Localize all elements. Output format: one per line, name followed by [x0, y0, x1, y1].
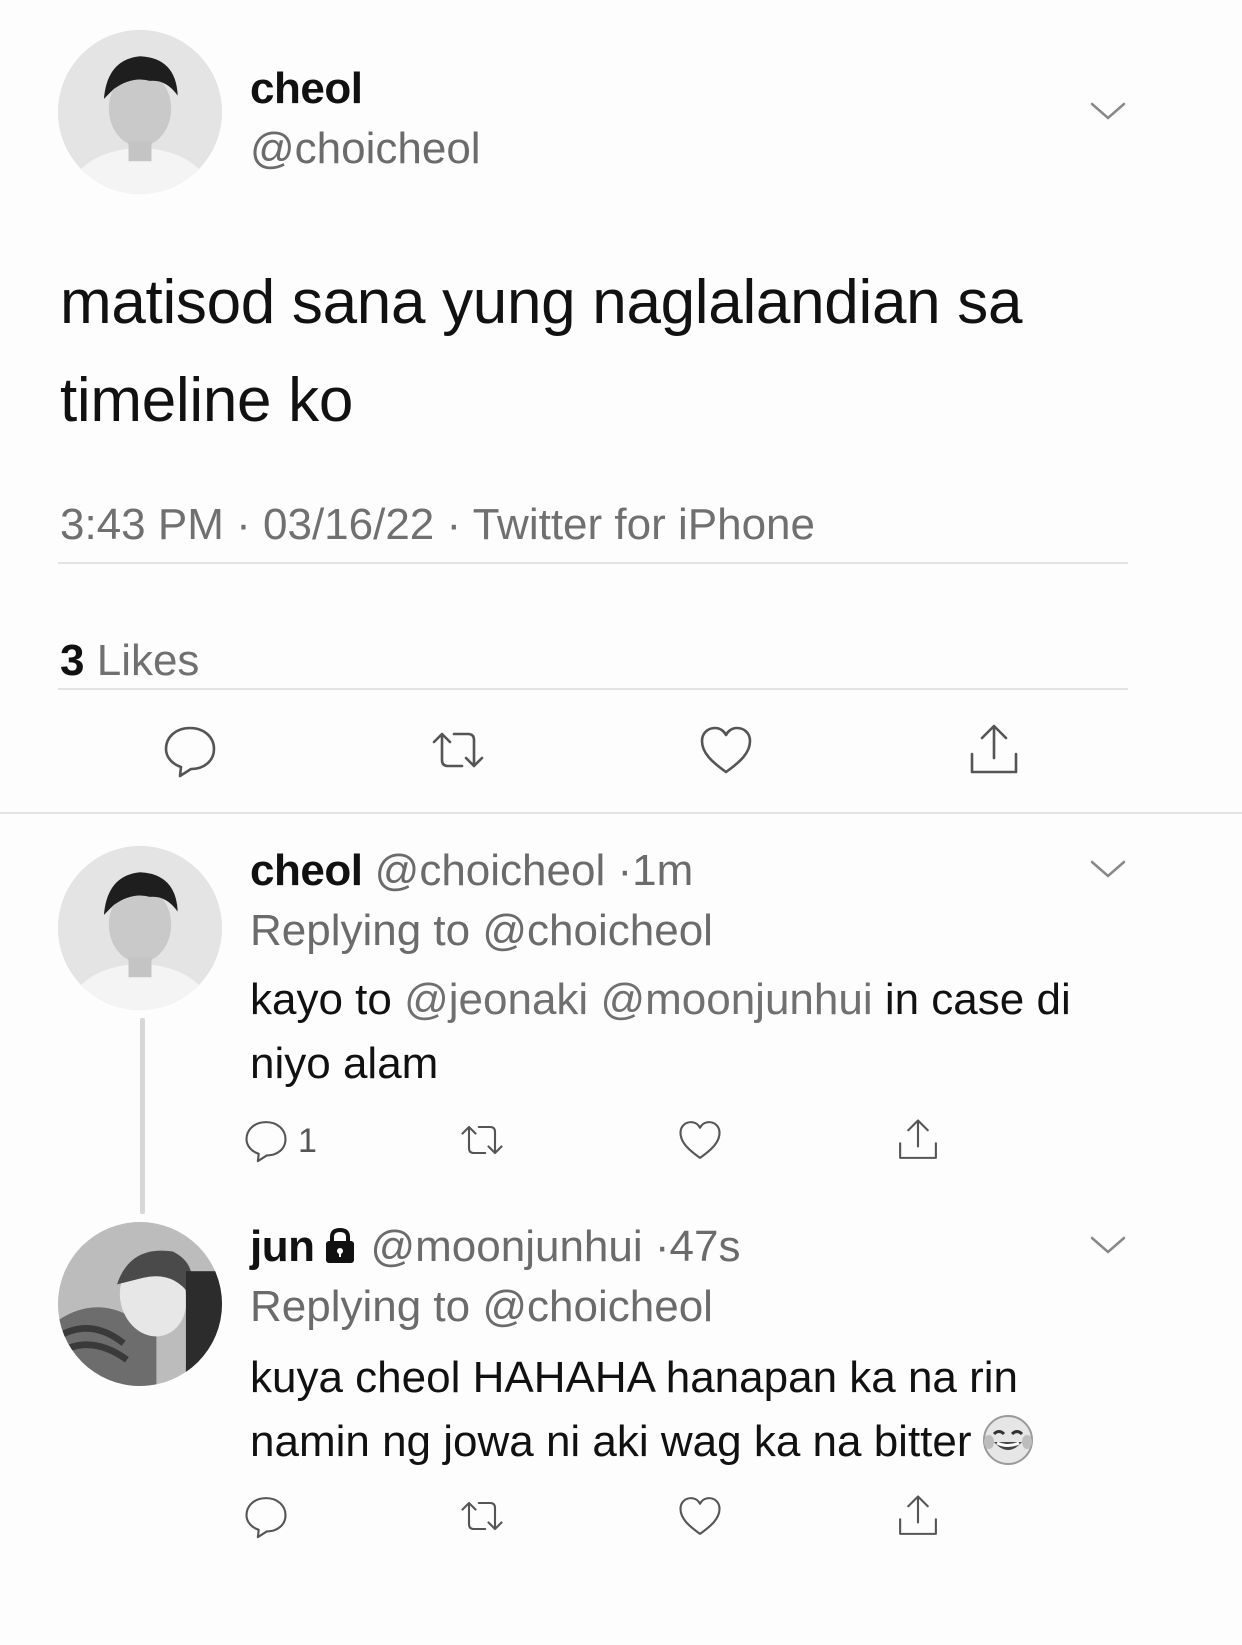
- retweet-icon: [461, 1125, 503, 1155]
- tweet-text: matisod sana yung naglalandian sa timeli…: [60, 268, 1023, 435]
- replying-to-handle[interactable]: @choicheol: [482, 906, 713, 955]
- replying-to: Replying to @choicheol: [250, 1282, 713, 1332]
- separator-dot: ·: [236, 500, 263, 549]
- like-button[interactable]: [674, 1114, 726, 1166]
- user-handle[interactable]: @choicheol: [250, 124, 481, 174]
- timestamp: 1m: [632, 846, 694, 895]
- retweet-button[interactable]: [456, 1490, 508, 1542]
- retweet-icon: [432, 732, 484, 768]
- chevron-down-icon[interactable]: [1088, 98, 1128, 124]
- reply-text: kayo to @jeonaki @moonjunhui in case di …: [250, 968, 1150, 1096]
- replying-to: Replying to @choicheol: [250, 906, 713, 956]
- divider: [58, 562, 1128, 564]
- timestamp: 47s: [669, 1222, 741, 1271]
- replying-to-label: Replying to: [250, 906, 471, 955]
- thread-line: [140, 1018, 145, 1214]
- avatar[interactable]: [58, 1222, 222, 1386]
- likes-label: Likes: [96, 636, 200, 685]
- avatar[interactable]: [58, 846, 222, 1010]
- mention-link[interactable]: @jeonaki: [404, 975, 588, 1024]
- heart-icon: [700, 726, 752, 774]
- speech-bubble-icon: [164, 726, 216, 778]
- text-segment: kuya cheol HAHAHA hanapan ka na rin nami…: [250, 1353, 1019, 1466]
- speech-bubble-icon: [245, 1497, 287, 1539]
- share-icon: [899, 1119, 937, 1159]
- display-name[interactable]: jun: [250, 1222, 315, 1271]
- divider: [0, 812, 1242, 814]
- share-button[interactable]: [892, 1114, 944, 1166]
- heart-icon: [679, 1497, 721, 1535]
- separator-dot: ·: [446, 500, 473, 549]
- share-button[interactable]: [962, 718, 1026, 782]
- tweet-source[interactable]: Twitter for iPhone: [473, 500, 815, 549]
- speech-bubble-icon: [245, 1121, 287, 1163]
- tweet-meta: 3:43 PM · 03/16/22 · Twitter for iPhone: [60, 500, 815, 550]
- separator-dot: ·: [654, 1222, 670, 1271]
- mention-link[interactable]: @moonjunhui: [600, 975, 872, 1024]
- replying-to-handle[interactable]: @choicheol: [482, 1282, 713, 1331]
- user-handle[interactable]: @choicheol: [375, 846, 606, 895]
- text-segment: kayo to: [250, 975, 405, 1024]
- replying-to-label: Replying to: [250, 1282, 471, 1331]
- like-button[interactable]: [694, 718, 758, 782]
- lock-icon: [320, 1225, 360, 1265]
- like-button[interactable]: [674, 1490, 726, 1542]
- tweet-time: 3:43 PM: [60, 500, 224, 549]
- reply-text: kuya cheol HAHAHA hanapan ka na rin nami…: [250, 1346, 1130, 1474]
- likes-count: 3: [60, 636, 85, 685]
- reply-header: cheol @choicheol ·1m: [250, 846, 693, 896]
- user-handle[interactable]: @moonjunhui: [370, 1222, 642, 1271]
- heart-icon: [679, 1121, 721, 1159]
- avatar[interactable]: [58, 30, 222, 194]
- share-icon: [970, 724, 1018, 774]
- face-with-tears-of-joy-icon: [980, 1412, 1036, 1468]
- tweet-date: 03/16/22: [263, 500, 435, 549]
- retweet-button[interactable]: [456, 1114, 508, 1166]
- display-name[interactable]: cheol: [250, 64, 363, 114]
- retweet-button[interactable]: [426, 718, 490, 782]
- share-button[interactable]: [892, 1490, 944, 1542]
- chevron-down-icon[interactable]: [1088, 1232, 1128, 1258]
- separator-dot: ·: [617, 846, 633, 895]
- retweet-icon: [461, 1501, 503, 1531]
- likes-stat[interactable]: 3 Likes: [60, 636, 199, 686]
- reply-button[interactable]: [158, 718, 222, 782]
- divider: [58, 688, 1128, 690]
- reply-button[interactable]: [240, 1490, 292, 1542]
- display-name[interactable]: cheol: [250, 846, 363, 895]
- share-icon: [899, 1495, 937, 1535]
- reply-header: jun @moonjunhui ·47s: [250, 1222, 741, 1272]
- reply-count: 1: [298, 1122, 317, 1160]
- chevron-down-icon[interactable]: [1088, 856, 1128, 882]
- reply-button[interactable]: [240, 1114, 292, 1166]
